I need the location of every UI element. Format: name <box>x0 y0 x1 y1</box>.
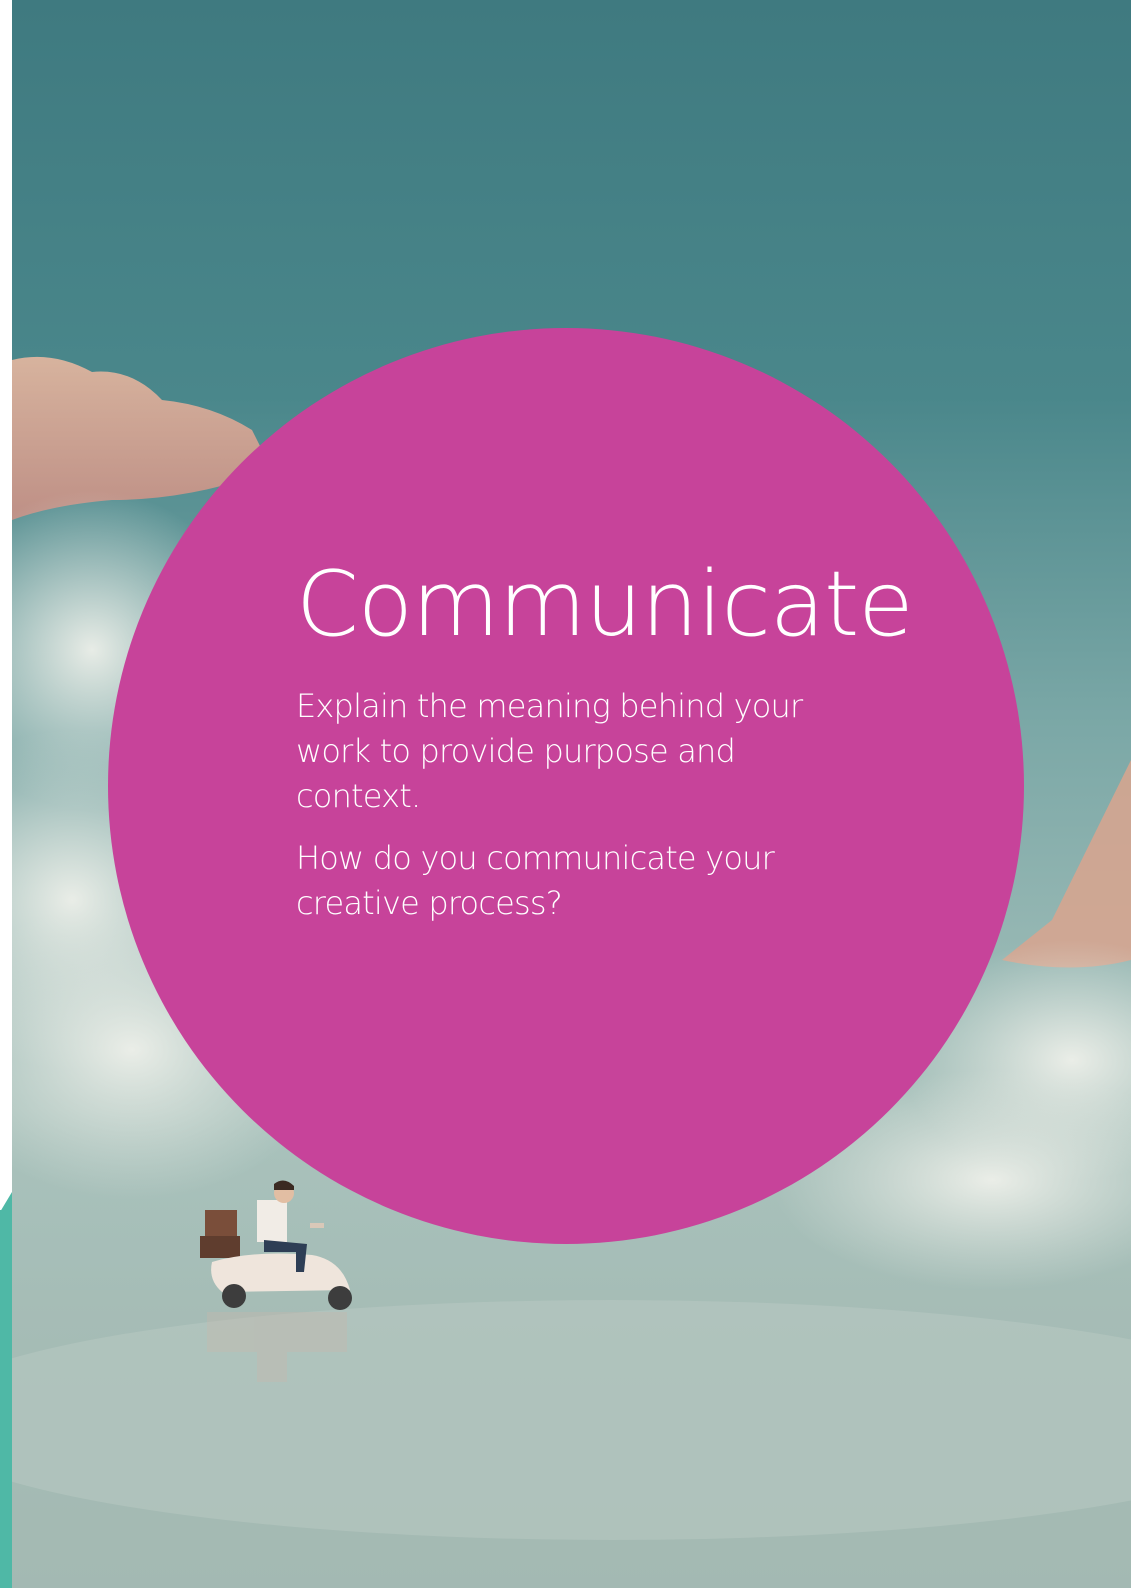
left-accent-tip <box>0 1192 12 1212</box>
text-block: Communicate Explain the meaning behind y… <box>296 552 914 926</box>
body-paragraph-2: How do you communicate your creative pro… <box>296 839 775 923</box>
left-accent-bar <box>0 1210 12 1588</box>
page: Communicate Explain the meaning behind y… <box>0 0 1131 1588</box>
body-paragraph-1: Explain the meaning behind your work to … <box>296 687 803 815</box>
page-title: Communicate <box>296 552 914 657</box>
